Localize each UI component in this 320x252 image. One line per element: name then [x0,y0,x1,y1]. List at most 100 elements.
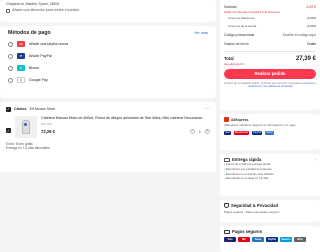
minus-icon[interactable]: − [189,128,195,134]
paypal-icon: P [17,53,25,59]
payment-logos: Visa MC Amex PayPal Maestro GPay [224,237,316,242]
place-order-button[interactable]: Realizar pedido [224,68,316,79]
promo-code-input[interactable]: Escribe el código aquí [283,33,316,37]
security-sub: Pagos seguros · Datos personales seguros [224,210,280,214]
coupon-label: Cupones AliExpress [228,16,255,21]
total-row: Total 27,39 € [224,55,316,63]
store-coupon-row[interactable]: Cupones de la tienda -4,00 € [224,22,316,30]
store-checkbox[interactable]: ✓ [6,106,11,112]
left-column: Chapinería, Madrid, Spain, 28001 Añade u… [0,0,216,252]
credit-card-icon [224,229,230,234]
chevron-right-icon[interactable]: › [315,157,316,162]
coupon-value: -4,00 € [306,16,316,21]
product-info: Cafetera Manual Moka de 600ml, Robot de … [41,116,210,138]
visa-icon: Visa [224,130,231,135]
gpay-logo: GPay [294,237,306,242]
address-edit-label: Añade una dirección para recibir el pedi… [12,8,80,12]
more-icon[interactable]: ⋯ [205,106,210,112]
product-thumbnail[interactable] [15,116,37,138]
right-column: Subtotal -4,00 € Añade 4 € más para cons… [220,0,320,252]
amex-icon: Amex [265,130,274,135]
address-section[interactable]: Chapinería, Madrid, Spain, 28001 Añade u… [0,0,216,22]
coupon-row[interactable]: Cupones AliExpress -4,00 € [224,14,316,22]
payment-option-google-pay[interactable]: G Google Pay [8,74,208,86]
maestro-logo: Maestro [280,237,292,242]
shipping-info: Envío: Envío gratis Entrega en 7-8 días … [6,142,210,150]
address-text: Chapinería, Madrid, Spain, 28001 [6,2,60,6]
security-title: Seguridad & Privacidad [231,203,279,208]
promo-code-row[interactable]: Código promocional Escribe el código aqu… [224,30,316,39]
payment-option-bizum[interactable]: b Bizum [8,62,208,74]
radio-icon[interactable] [8,65,13,71]
secure-payments-section: Pagos seguros Visa MC Amex PayPal Maestr… [220,226,320,252]
product-row: ✓ Cafetera Manual Moka de 600ml, Robot d… [6,116,210,138]
payment-option-label: Añadir PayPal [29,54,52,58]
divider [224,51,316,52]
subtotal-value: -4,00 € [305,4,316,9]
total-label: Total [224,56,234,62]
delivery-line: • Reembolso si no llega en 15 días [224,176,269,181]
product-variant: 600 Nbs [41,121,53,126]
shipping-line-2: Entrega en 7-8 días laborables [6,146,50,151]
quantity-value: 1 [198,128,201,134]
security-title-wrap: Seguridad & Privacidad [224,203,316,208]
aliexpress-icons: Visa Mastercard PayPal Amex [224,130,316,135]
bizum-icon: b [17,65,25,71]
aliexpress-title: AliExpress [231,117,249,122]
aliexpress-header: AliExpress [224,117,316,122]
product-price-row: 72,29 € − 1 + [41,128,210,134]
store-coupon-label: Cupones de la tienda [228,24,257,29]
empty-area [0,176,216,252]
aliexpress-desc: AliExpress mantiene seguros tu informaci… [224,123,296,127]
pin-icon [6,8,10,13]
payment-view-all[interactable]: Ver más [194,31,208,35]
quantity-stepper[interactable]: − 1 + [189,128,210,134]
mastercard-logo: MC [238,237,250,242]
store-header: ✓ Choice Elf Mouse Store ⋯ [6,105,210,113]
payment-option-label: Bizum [29,66,39,70]
mastercard-icon: Mastercard [234,130,249,135]
product-price: 72,29 € [41,128,55,134]
radio-icon[interactable] [8,53,13,59]
payment-option-label: Google Pay [29,78,48,82]
aliexpress-trust: AliExpress AliExpress mantiene seguros t… [220,114,320,150]
google-pay-icon: G [17,77,25,83]
payment-header: Métodos de pago Ver más [8,30,208,36]
payment-option-card[interactable]: ▭ Añadir una tarjeta nueva [8,38,208,50]
paypal-logo: PayPal [266,237,278,242]
shipping-cost-value: Gratis [306,41,316,46]
order-summary: Subtotal -4,00 € Añade 4 € más para cons… [220,0,320,110]
amex-logo: Amex [252,237,264,242]
card-icon: ▭ [17,41,25,47]
truck-icon [224,157,230,162]
shield-icon [224,203,229,208]
paypal-small-icon: PayPal [251,130,263,135]
delivery-section[interactable]: Entrega rápida › • Cupón de 1,00€ por en… [220,154,320,196]
product-checkbox[interactable]: ✓ [6,128,11,133]
total-savings: Has ahorrado 8 € [224,62,245,66]
address-edit[interactable]: Añade una dirección para recibir el pedi… [6,8,210,13]
subtotal-label: Subtotal [224,4,237,9]
secure-payments-title-wrap: Pagos seguros [224,229,316,234]
summary-subtotal: Subtotal -4,00 € [224,2,316,11]
privacy-link[interactable]: las políticas de privacidad [264,85,293,88]
store-name[interactable]: Elf Mouse Store [30,107,56,111]
radio-icon[interactable] [8,77,13,83]
plus-icon[interactable]: + [205,128,210,134]
security-section[interactable]: Seguridad & Privacidad Pagos seguros · D… [220,200,320,222]
payment-title: Métodos de pago [8,30,51,36]
payment-option-paypal[interactable]: P Añadir PayPal [8,50,208,62]
choice-badge: Choice [14,107,27,111]
payment-methods-section: Métodos de pago Ver más ▭ Añadir una tar… [0,26,216,98]
radio-icon[interactable] [8,41,13,47]
checkout-page: Chapinería, Madrid, Spain, 28001 Añade u… [0,0,320,252]
store-coupon-value: -4,00 € [306,24,316,29]
store-section: ✓ Choice Elf Mouse Store ⋯ ✓ Cafetera Ma… [0,102,216,172]
product-title[interactable]: Cafetera Manual Moka de 600ml, Robot de … [41,116,210,121]
total-value: 27,39 € [295,55,316,62]
shipping-cost-label: Gastos de envío [224,41,249,46]
legal-text: Al hacer clic en Realizar pedido, confir… [224,82,316,89]
secure-payments-title: Pagos seguros [232,229,263,234]
shipping-cost-row: Gastos de envío Gratis [224,39,316,48]
promo-code-label: Código promocional [224,32,255,37]
